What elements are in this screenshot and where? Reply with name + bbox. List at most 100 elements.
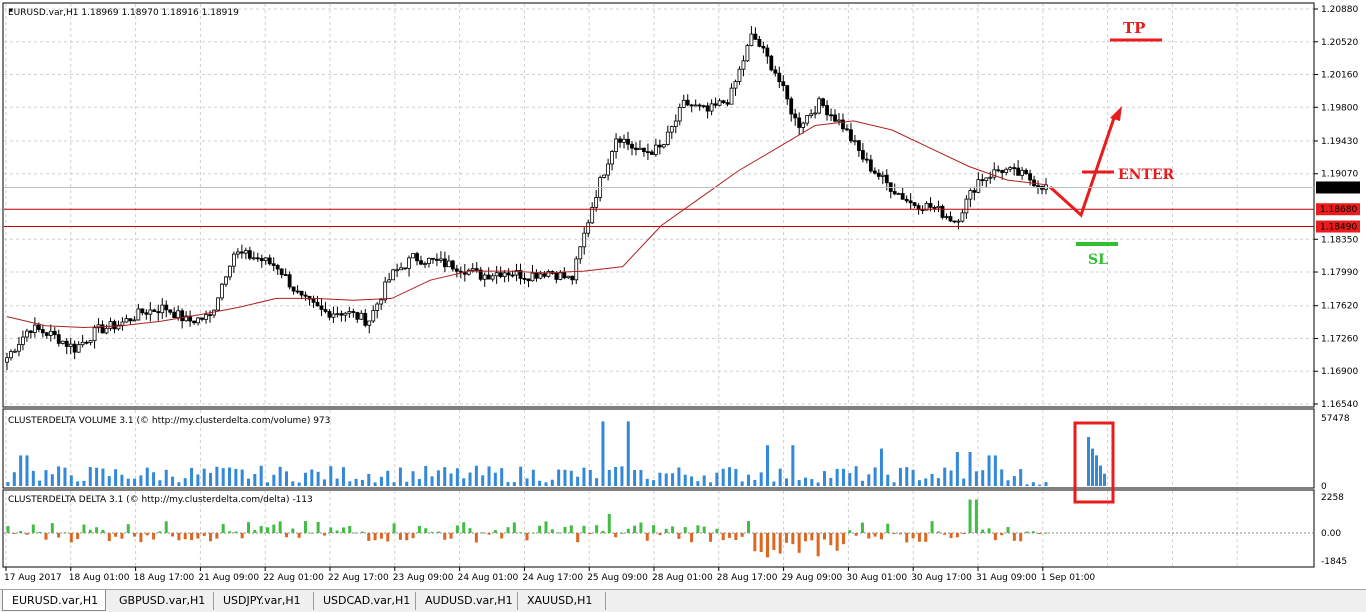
- volume-bar: [519, 466, 523, 486]
- volume-bar: [721, 468, 725, 486]
- delta-bar: [512, 522, 516, 533]
- delta-tick-label: 0.00: [1321, 529, 1341, 539]
- candle-body: [498, 272, 503, 277]
- delta-bar: [19, 531, 23, 533]
- candle-body: [160, 304, 165, 314]
- volume-bar: [778, 468, 782, 486]
- candle-body: [713, 103, 718, 106]
- candle-body: [709, 103, 714, 112]
- price-tick-label: 1.19430: [1321, 137, 1358, 147]
- delta-bar: [297, 533, 301, 538]
- candle-body: [152, 309, 157, 312]
- time-tick-label: 29 Aug 09:00: [782, 573, 843, 583]
- volume-bar: [569, 470, 573, 486]
- candle-body: [267, 257, 272, 265]
- delta-bar: [411, 533, 415, 539]
- volume-bar: [538, 480, 542, 486]
- candle-body: [530, 272, 535, 282]
- volume-bar: [278, 466, 282, 486]
- volume-bar: [557, 469, 561, 486]
- volume-bar: [500, 468, 504, 486]
- candle-body: [665, 131, 670, 146]
- candle-body: [255, 257, 260, 260]
- volume-bar: [69, 475, 73, 486]
- volume-bar: [671, 473, 675, 486]
- tab-xauusd[interactable]: XAUUSD,H1: [518, 592, 606, 610]
- delta-bar: [778, 533, 782, 554]
- volume-bar: [531, 469, 535, 486]
- volume-bar: [76, 481, 80, 486]
- candle-body: [1020, 169, 1025, 176]
- delta-bar: [898, 533, 902, 535]
- candle-body: [104, 327, 109, 334]
- candle-body: [1000, 170, 1005, 173]
- candle-body: [928, 203, 933, 208]
- delta-bar: [493, 530, 497, 533]
- tab-eurusd[interactable]: EURUSD.var,H1: [2, 590, 106, 611]
- candle-body: [872, 170, 877, 174]
- candle-body: [17, 344, 21, 352]
- delta-bar: [228, 531, 232, 533]
- volume-bar: [993, 455, 997, 486]
- delta-bar: [405, 533, 409, 541]
- delta-bar: [1044, 532, 1048, 534]
- candle-body: [251, 257, 256, 260]
- delta-bar: [709, 533, 713, 542]
- time-tick-label: 30 Aug 01:00: [846, 573, 907, 583]
- volume-bar: [512, 482, 516, 486]
- tab-usdcad[interactable]: USDCAD.var,H1: [314, 592, 416, 610]
- delta-tick-label: 2258: [1321, 493, 1344, 503]
- candle-body: [367, 320, 372, 326]
- delta-bar: [12, 533, 16, 534]
- volume-bar: [791, 445, 795, 486]
- candle-body: [435, 258, 439, 261]
- tab-audusd[interactable]: AUDUSD.var,H1: [416, 592, 518, 610]
- delta-bar: [633, 525, 637, 533]
- volume-bar: [582, 467, 586, 486]
- candle-body: [582, 232, 587, 248]
- candle-body: [642, 147, 646, 152]
- volume-bar: [664, 473, 668, 486]
- candle-body: [610, 151, 614, 165]
- candle-body: [423, 263, 427, 265]
- trading-chart[interactable]: 1.18680 1.18490 TP ENTER SL EURUSD.var,H1 1…: [0, 0, 1366, 589]
- volume-bar: [322, 479, 326, 486]
- tab-gbpusd[interactable]: GBPUSD.var,H1: [110, 592, 214, 610]
- tab-usdjpy[interactable]: USDJPY.var,H1: [214, 592, 314, 610]
- volume-bar: [797, 480, 801, 486]
- candle-body: [144, 312, 149, 315]
- candle-body: [864, 158, 869, 161]
- delta-bar: [455, 525, 459, 533]
- price-tick-label: 1.19070: [1321, 170, 1358, 180]
- sl-label: SL: [1088, 252, 1108, 268]
- candle-body: [502, 272, 507, 277]
- candle-body: [733, 81, 738, 89]
- volume-bar: [316, 471, 320, 486]
- candle-body: [1012, 167, 1017, 169]
- candle-body: [335, 313, 340, 316]
- delta-bar: [443, 533, 447, 540]
- volume-bar: [1000, 469, 1004, 486]
- candle-body: [347, 311, 352, 314]
- delta-bar: [1012, 533, 1016, 541]
- candle-body: [562, 272, 567, 279]
- volume-bar: [829, 477, 833, 486]
- delta-bar: [69, 533, 73, 543]
- volume-bar: [329, 466, 333, 486]
- candle-body: [399, 267, 404, 271]
- delta-bar: [867, 533, 871, 539]
- candle-body: [1008, 167, 1013, 170]
- volume-bar: [747, 474, 751, 486]
- volume-bar: [82, 480, 86, 486]
- delta-bar: [303, 521, 307, 533]
- volume-bar: [633, 469, 637, 486]
- candle-body: [972, 190, 977, 193]
- delta-bar: [373, 533, 377, 541]
- volume-bar: [810, 479, 814, 486]
- candle-body: [773, 69, 778, 74]
- volume-bar: [12, 472, 16, 486]
- volume-bar: [803, 477, 807, 486]
- volume-bar: [266, 482, 269, 486]
- candle-body: [761, 45, 766, 49]
- price-tick-label: 1.17990: [1321, 268, 1358, 278]
